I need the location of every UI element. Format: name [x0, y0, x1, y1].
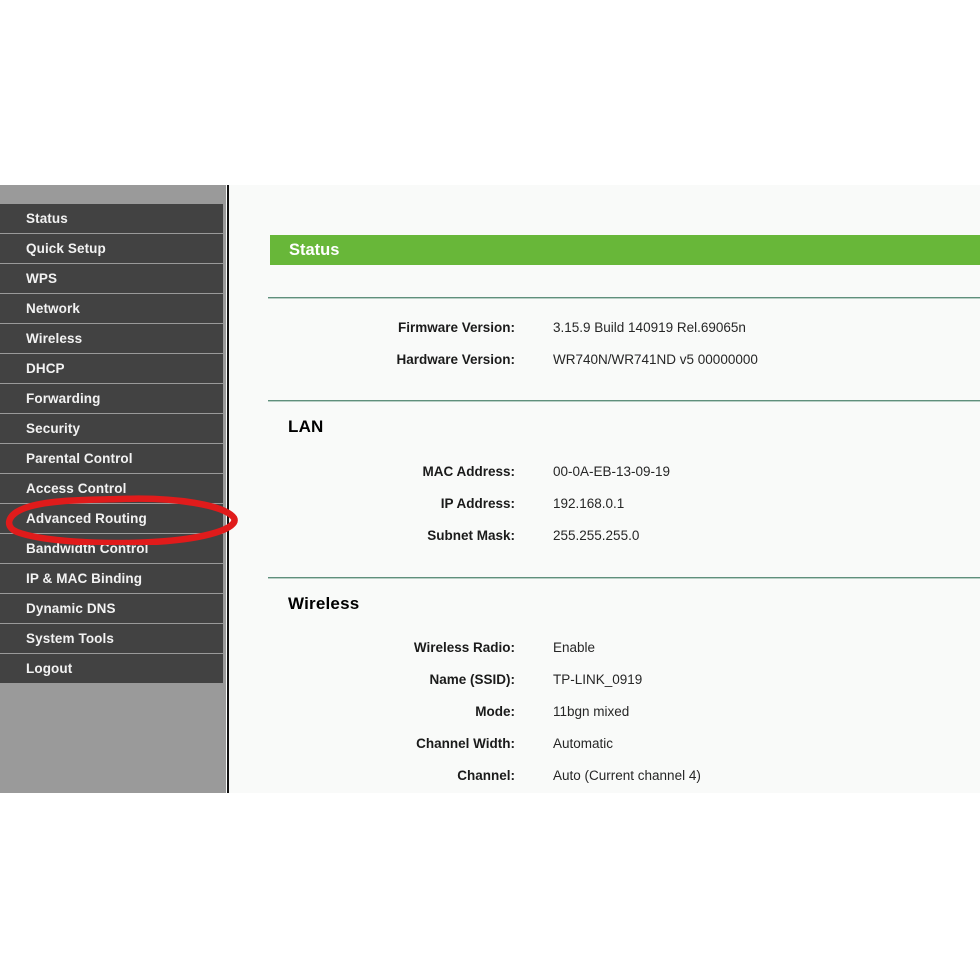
field-label: Wireless Radio: — [230, 640, 515, 655]
field-value: 11bgn mixed — [553, 704, 629, 719]
sidebar-item-label: WPS — [0, 271, 57, 286]
page-title: Status — [270, 241, 339, 260]
sidebar-bottom-filler — [0, 684, 226, 784]
field-value: Auto (Current channel 4) — [553, 768, 701, 783]
section-divider — [268, 297, 980, 299]
field-row-hardware-version: Hardware Version: WR740N/WR741ND v5 0000… — [230, 343, 980, 375]
sidebar-item-label: Status — [0, 211, 68, 226]
section-divider — [268, 400, 980, 402]
field-value: 192.168.0.1 — [553, 496, 624, 511]
field-label: Firmware Version: — [230, 320, 515, 335]
field-row-channel: Channel: Auto (Current channel 4) — [230, 759, 980, 791]
sidebar-item-label: Security — [0, 421, 80, 436]
sidebar-item-system-tools[interactable]: System Tools — [0, 624, 226, 654]
sidebar-item-label: System Tools — [0, 631, 114, 646]
sidebar-item-label: Network — [0, 301, 80, 316]
field-row-mac-address: MAC Address: 00-0A-EB-13-09-19 — [230, 455, 980, 487]
sidebar-item-network[interactable]: Network — [0, 294, 226, 324]
sidebar-item-dynamic-dns[interactable]: Dynamic DNS — [0, 594, 226, 624]
sidebar-item-label: Advanced Routing — [0, 511, 147, 526]
sidebar-item-ip-mac-binding[interactable]: IP & MAC Binding — [0, 564, 226, 594]
main-content: Status Firmware Version: 3.15.9 Build 14… — [230, 185, 980, 793]
field-label: Channel: — [230, 768, 515, 783]
field-row-wireless-radio: Wireless Radio: Enable — [230, 631, 980, 663]
field-row-ip-address: IP Address: 192.168.0.1 — [230, 487, 980, 519]
page-title-bar: Status — [270, 235, 980, 265]
field-row-subnet-mask: Subnet Mask: 255.255.255.0 — [230, 519, 980, 551]
router-admin-page: Status Quick Setup WPS Network Wireless … — [0, 185, 980, 793]
field-value: TP-LINK_0919 — [553, 672, 642, 687]
sidebar-item-forwarding[interactable]: Forwarding — [0, 384, 226, 414]
sidebar-item-wireless[interactable]: Wireless — [0, 324, 226, 354]
field-label: Hardware Version: — [230, 352, 515, 367]
sidebar-item-security[interactable]: Security — [0, 414, 226, 444]
field-label: IP Address: — [230, 496, 515, 511]
sidebar-item-label: Wireless — [0, 331, 82, 346]
sidebar-item-bandwidth-control[interactable]: Bandwidth Control — [0, 534, 226, 564]
field-label: MAC Address: — [230, 464, 515, 479]
field-value: 3.15.9 Build 140919 Rel.69065n — [553, 320, 746, 335]
sidebar-item-label: Access Control — [0, 481, 126, 496]
sidebar-item-label: Quick Setup — [0, 241, 106, 256]
sidebar-item-label: Parental Control — [0, 451, 133, 466]
field-row-channel-width: Channel Width: Automatic — [230, 727, 980, 759]
sidebar-top-spacer — [0, 185, 226, 204]
field-value: Automatic — [553, 736, 613, 751]
sidebar-item-advanced-routing[interactable]: Advanced Routing — [0, 504, 226, 534]
sidebar-item-parental-control[interactable]: Parental Control — [0, 444, 226, 474]
field-label: Name (SSID): — [230, 672, 515, 687]
section-heading-wireless: Wireless — [288, 594, 359, 614]
sidebar-item-access-control[interactable]: Access Control — [0, 474, 226, 504]
sidebar-item-label: Logout — [0, 661, 72, 676]
field-value: 255.255.255.0 — [553, 528, 639, 543]
field-label: Subnet Mask: — [230, 528, 515, 543]
sidebar-item-quick-setup[interactable]: Quick Setup — [0, 234, 226, 264]
field-row-ssid: Name (SSID): TP-LINK_0919 — [230, 663, 980, 695]
sidebar-item-label: Dynamic DNS — [0, 601, 116, 616]
sidebar-item-label: Bandwidth Control — [0, 541, 148, 556]
sidebar-item-label: IP & MAC Binding — [0, 571, 142, 586]
sidebar-item-wps[interactable]: WPS — [0, 264, 226, 294]
section-heading-lan: LAN — [288, 417, 324, 437]
section-divider — [268, 577, 980, 579]
field-label: Mode: — [230, 704, 515, 719]
field-value: WR740N/WR741ND v5 00000000 — [553, 352, 758, 367]
sidebar-item-dhcp[interactable]: DHCP — [0, 354, 226, 384]
sidebar-divider — [227, 185, 229, 793]
sidebar-item-logout[interactable]: Logout — [0, 654, 226, 684]
field-label: Channel Width: — [230, 736, 515, 751]
field-value: Enable — [553, 640, 595, 655]
sidebar-item-label: Forwarding — [0, 391, 101, 406]
sidebar-item-label: DHCP — [0, 361, 65, 376]
field-row-firmware-version: Firmware Version: 3.15.9 Build 140919 Re… — [230, 311, 980, 343]
field-value: 00-0A-EB-13-09-19 — [553, 464, 670, 479]
sidebar-navigation: Status Quick Setup WPS Network Wireless … — [0, 185, 226, 793]
field-row-mode: Mode: 11bgn mixed — [230, 695, 980, 727]
sidebar-item-status[interactable]: Status — [0, 204, 226, 234]
